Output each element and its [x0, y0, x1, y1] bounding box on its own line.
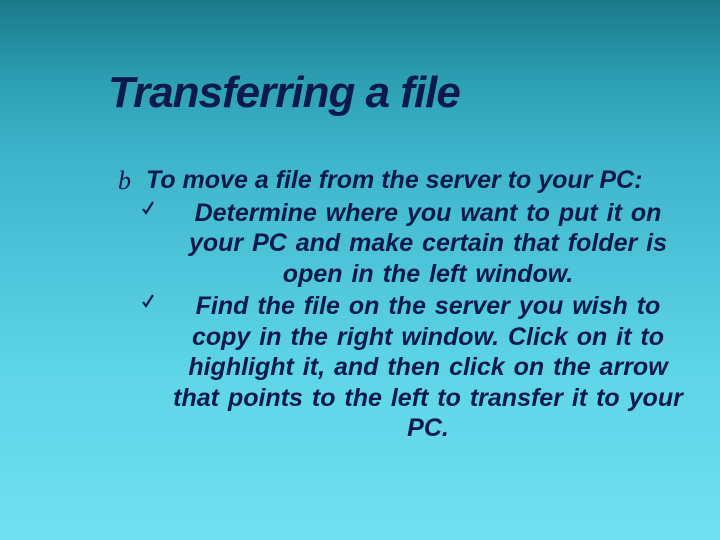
slide-body: b To move a file from the server to your…: [118, 165, 692, 446]
bullet-level2: Find the file on the server you wish to …: [142, 291, 692, 444]
bullet-level1-text: To move a file from the server to your P…: [146, 166, 642, 194]
script-b-bullet-icon: b: [118, 165, 131, 197]
bullet-level1: b To move a file from the server to your…: [118, 165, 692, 196]
slide-title: Transferring a file: [108, 68, 460, 118]
slide: Transferring a file b To move a file fro…: [0, 0, 720, 540]
check-bullet-icon: [142, 294, 156, 312]
check-bullet-icon: [142, 201, 156, 219]
bullet-level2-text: Find the file on the server you wish to …: [173, 292, 683, 442]
bullet-level2-text: Determine where you want to put it on yo…: [189, 199, 667, 288]
bullet-level2: Determine where you want to put it on yo…: [142, 198, 692, 290]
